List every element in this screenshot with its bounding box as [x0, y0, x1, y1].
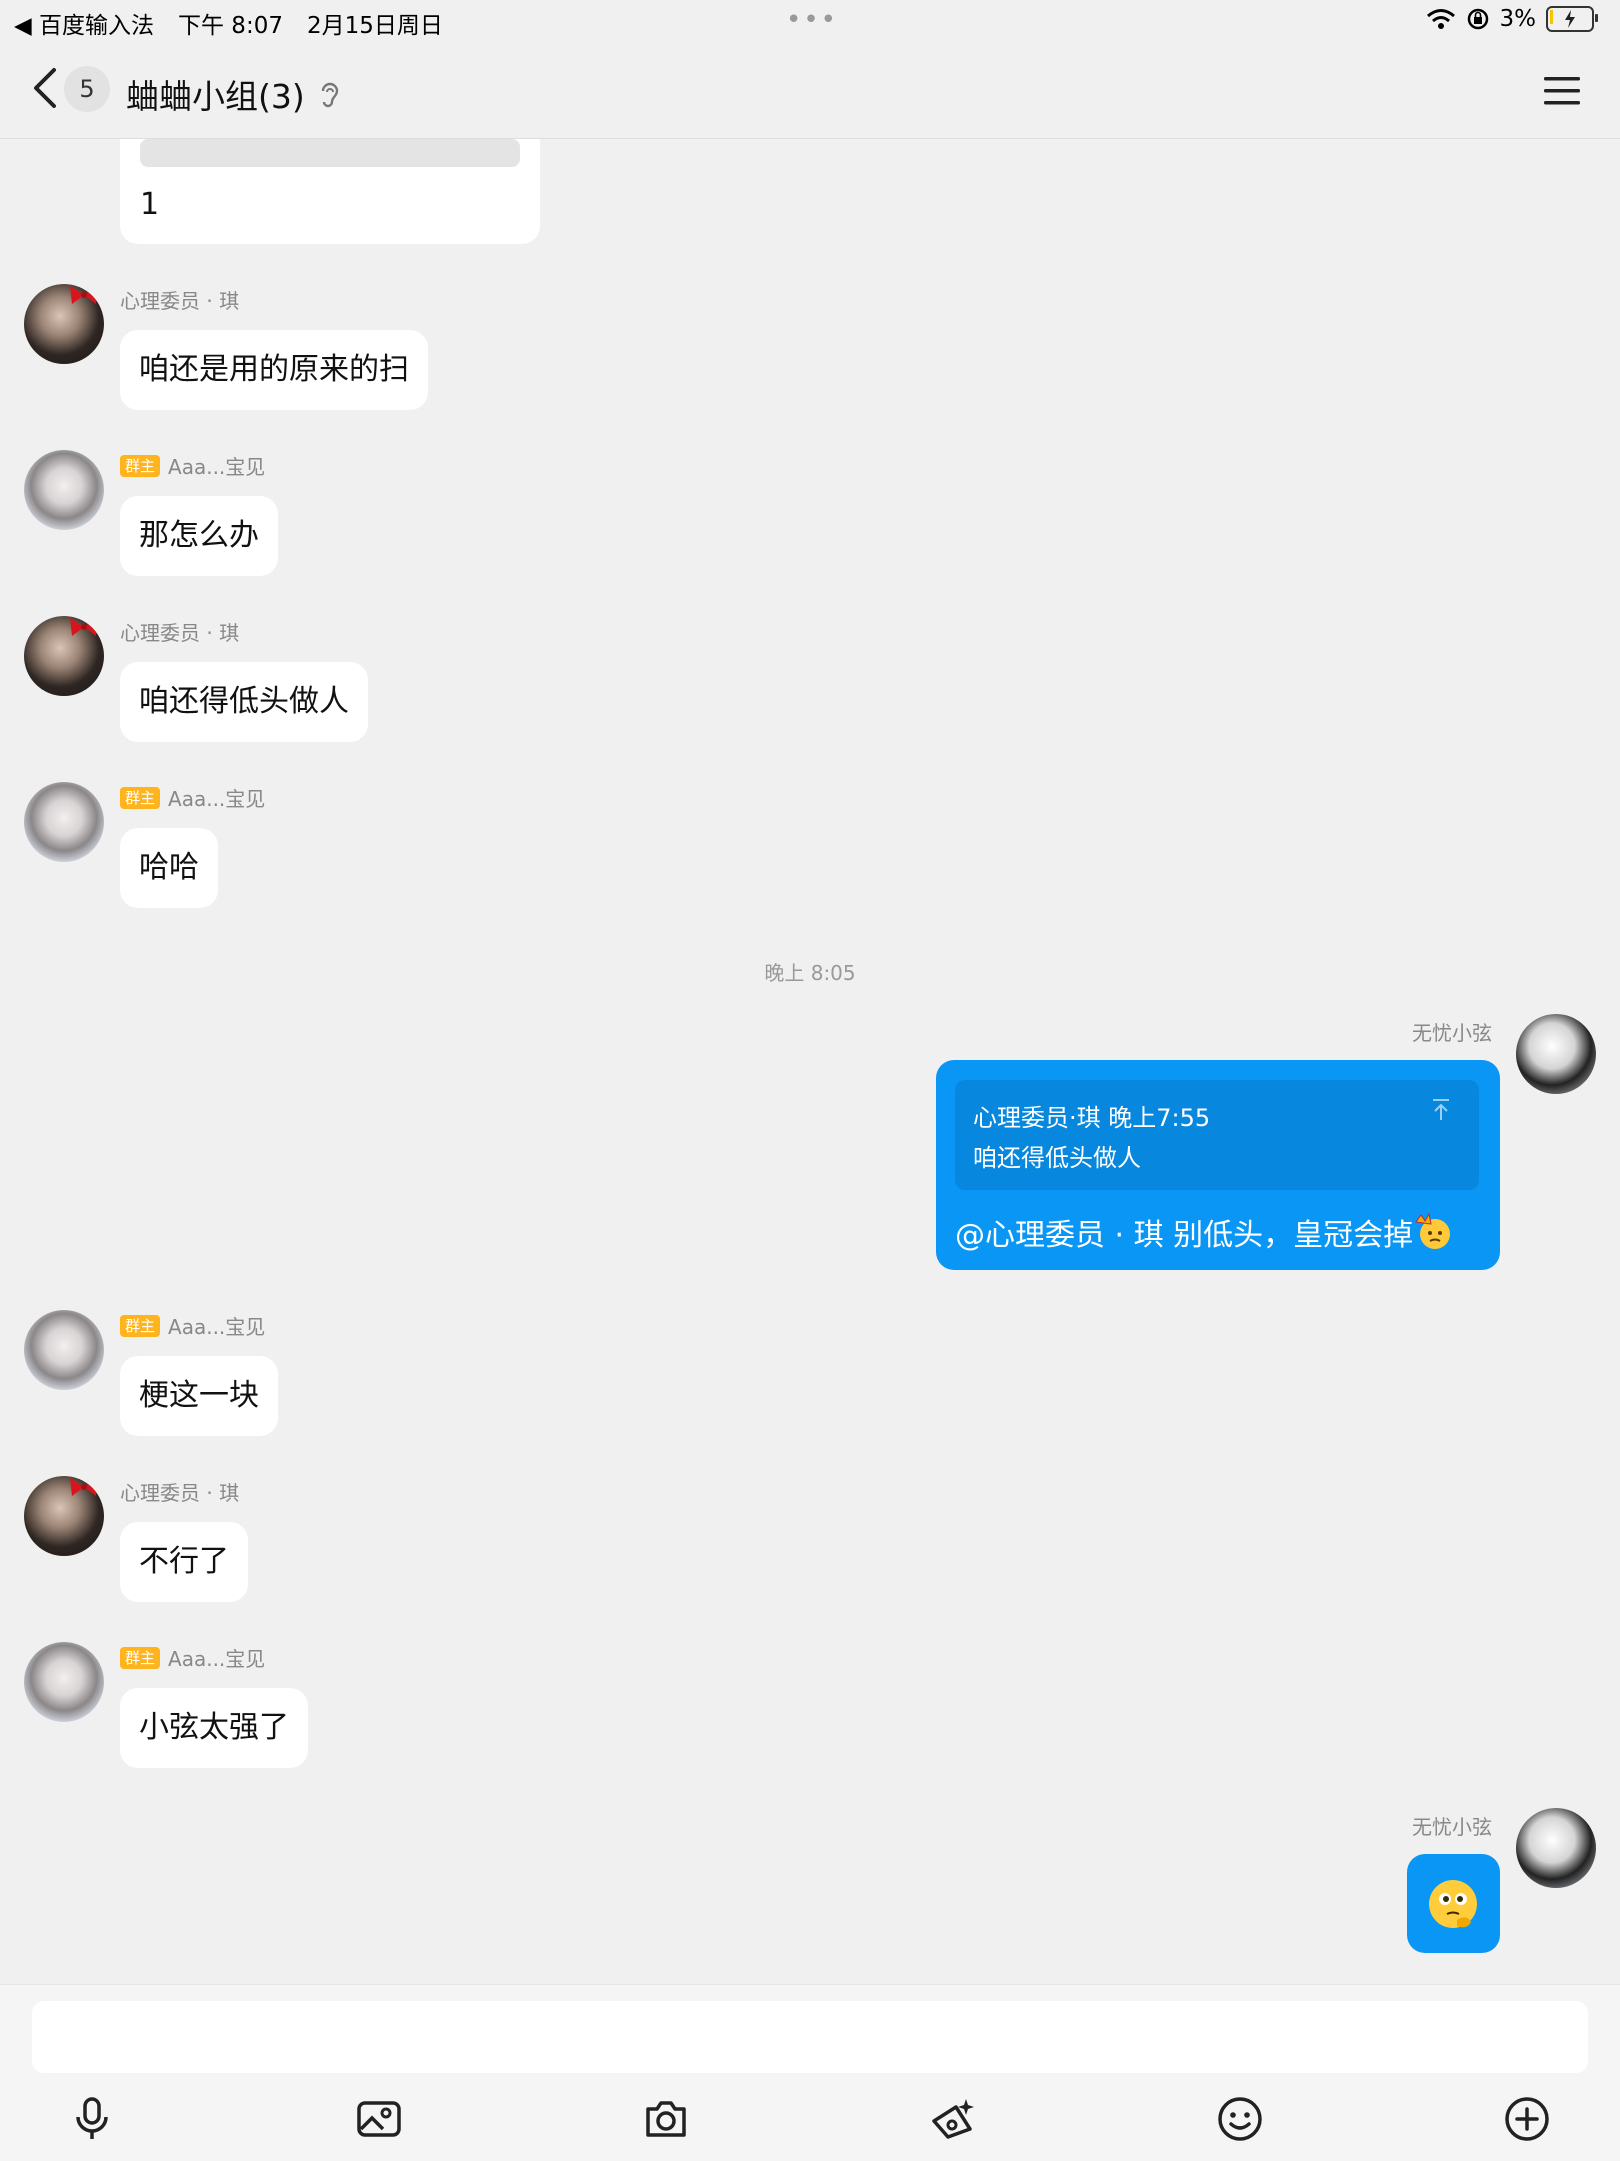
sender-name-row: 心理委员 · 琪	[120, 1477, 239, 1506]
camera-icon[interactable]	[642, 2095, 690, 2143]
red-packet-icon[interactable]	[928, 2095, 976, 2143]
sender-name[interactable]: Aaa...宝见	[168, 783, 265, 812]
microphone-icon[interactable]	[68, 2095, 116, 2143]
emoji-message-bubble[interactable]	[1407, 1854, 1500, 1953]
message-bubble[interactable]: 咱还得低头做人	[120, 662, 368, 742]
status-back-app[interactable]: ◀ 百度输入法	[14, 6, 154, 40]
image-icon[interactable]	[355, 2095, 403, 2143]
plus-icon[interactable]	[1503, 2095, 1551, 2143]
unread-count-badge[interactable]: 5	[64, 66, 110, 112]
sender-name-row: 心理委员 · 琪	[120, 285, 239, 314]
status-time: 下午 8:07	[178, 13, 283, 39]
status-bar: ◀ 百度输入法 下午 8:07 2月15日周日 ••• 3%	[0, 0, 1620, 40]
message-bubble[interactable]: 不行了	[120, 1522, 248, 1602]
avatar[interactable]	[24, 1310, 104, 1390]
message-bubble[interactable]: 哈哈	[120, 828, 218, 908]
avatar[interactable]	[24, 284, 104, 364]
group-owner-badge: 群主	[120, 786, 161, 809]
thinking-emoji-icon	[1429, 1880, 1477, 1928]
battery-percent: 3%	[1499, 6, 1537, 32]
group-owner-badge: 群主	[120, 1646, 161, 1669]
sender-name-row: 群主 Aaa...宝见	[120, 783, 265, 812]
emoji-icon[interactable]	[1216, 2095, 1264, 2143]
group-owner-badge: 群主	[120, 454, 161, 477]
sender-name-row: 无忧小弦	[1412, 1811, 1492, 1840]
sender-name-row: 心理委员 · 琪	[120, 617, 239, 646]
crown-fall-emoji-icon	[1415, 1212, 1451, 1249]
avatar[interactable]	[1516, 1808, 1596, 1888]
quoted-message-text: 咱还得低头做人	[973, 1144, 1141, 1172]
sender-name[interactable]: 无忧小弦	[1412, 1017, 1492, 1046]
reply-message-text: @心理委员 · 琪 别低头，皇冠会掉	[955, 1218, 1414, 1253]
sender-name[interactable]: 无忧小弦	[1412, 1811, 1492, 1840]
sender-name[interactable]: Aaa...宝见	[168, 451, 265, 480]
partial-image-placeholder	[140, 139, 520, 167]
chat-header: 5 蛐蛐小组(3)	[0, 40, 1620, 139]
message-input[interactable]	[32, 2001, 1588, 2073]
quoted-message-header: 心理委员·琪 晚上7:55	[973, 1104, 1211, 1132]
message-bubble[interactable]: 小弦太强了	[120, 1688, 308, 1768]
status-date: 2月15日周日	[306, 13, 443, 39]
multitasking-dots[interactable]: •••	[786, 5, 838, 35]
avatar[interactable]	[24, 450, 104, 530]
quoted-message[interactable]: 心理委员·琪 晚上7:55 咱还得低头做人	[955, 1080, 1479, 1190]
back-icon[interactable]	[28, 64, 62, 112]
avatar[interactable]	[24, 782, 104, 862]
sender-name[interactable]: Aaa...宝见	[168, 1643, 265, 1672]
menu-icon[interactable]	[1542, 74, 1582, 108]
message-list[interactable]: 1 心理委员 · 琪 咱还是用的原来的扫 群主 Aaa...宝见 那怎么办 心理…	[0, 139, 1620, 1984]
sender-name[interactable]: 心理委员 · 琪	[120, 617, 239, 646]
sender-name-row: 无忧小弦	[1412, 1017, 1492, 1046]
message-bubble[interactable]: 那怎么办	[120, 496, 278, 576]
ear-icon[interactable]	[318, 80, 340, 110]
chat-title[interactable]: 蛐蛐小组(3)	[126, 70, 305, 118]
battery-icon	[1546, 6, 1598, 32]
composer-bar	[0, 1984, 1620, 2161]
sender-name-row: 群主 Aaa...宝见	[120, 451, 265, 480]
avatar[interactable]	[24, 1642, 104, 1722]
jump-to-quote-icon[interactable]	[1431, 1098, 1451, 1122]
avatar[interactable]	[24, 1476, 104, 1556]
avatar[interactable]	[1516, 1014, 1596, 1094]
reply-text-row: @心理委员 · 琪 别低头，皇冠会掉	[955, 1210, 1453, 1254]
avatar[interactable]	[24, 616, 104, 696]
reply-message-bubble[interactable]: 心理委员·琪 晚上7:55 咱还得低头做人 @心理委员 · 琪 别低头，皇冠会掉	[936, 1060, 1500, 1270]
sender-name[interactable]: 心理委员 · 琪	[120, 1477, 239, 1506]
wifi-icon	[1426, 9, 1455, 29]
message-bubble[interactable]: 梗这一块	[120, 1356, 278, 1436]
sender-name[interactable]: Aaa...宝见	[168, 1311, 265, 1340]
sender-name-row: 群主 Aaa...宝见	[120, 1311, 265, 1340]
message-bubble[interactable]: 咱还是用的原来的扫	[120, 330, 428, 410]
rotation-lock-icon	[1467, 8, 1488, 30]
partial-message-bubble[interactable]: 1	[120, 139, 540, 244]
time-separator: 晚上 8:05	[764, 961, 856, 985]
sender-name[interactable]: 心理委员 · 琪	[120, 285, 239, 314]
partial-message-text: 1	[140, 187, 160, 222]
group-owner-badge: 群主	[120, 1314, 161, 1337]
sender-name-row: 群主 Aaa...宝见	[120, 1643, 265, 1672]
